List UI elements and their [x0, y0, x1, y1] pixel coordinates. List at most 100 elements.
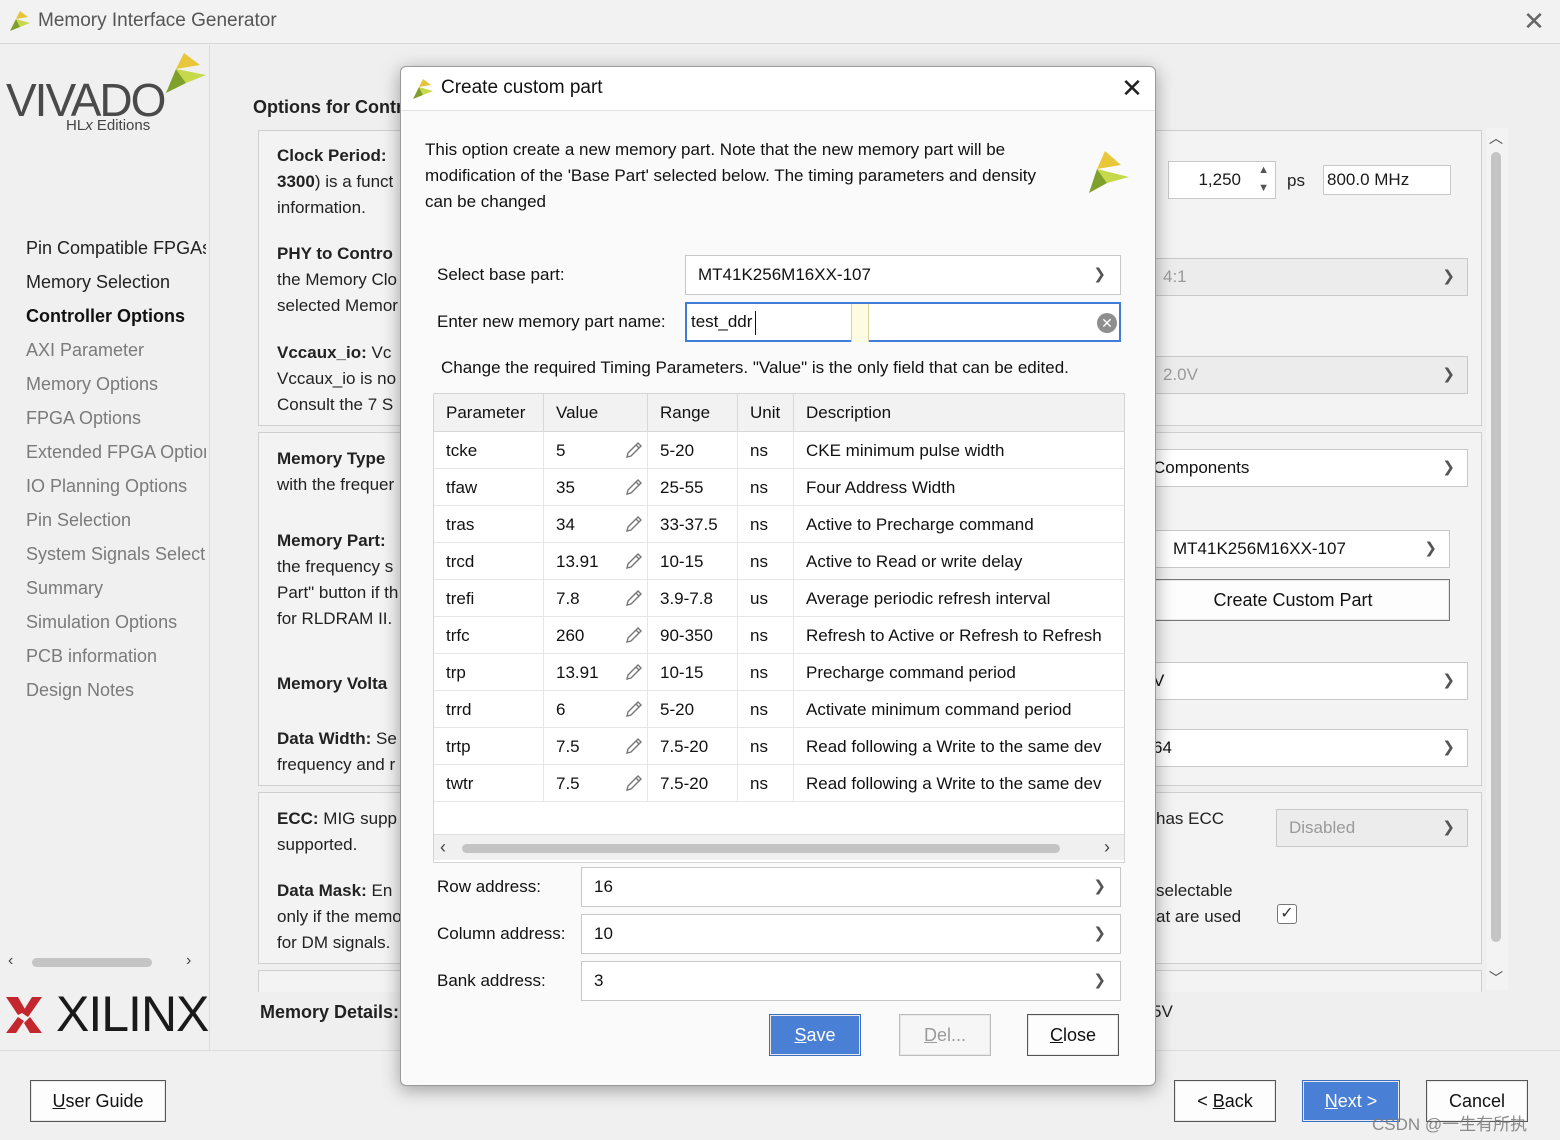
- clock-period-value[interactable]: 1,250: [1198, 162, 1241, 198]
- save-button[interactable]: Save: [769, 1014, 861, 1056]
- table-scrollbar-thumb[interactable]: [462, 844, 1060, 853]
- data-width-select[interactable]: 64 ❯: [1140, 729, 1468, 767]
- cell-value[interactable]: 5: [544, 432, 648, 469]
- edit-pencil-icon[interactable]: [624, 588, 644, 608]
- edit-pencil-icon[interactable]: [624, 625, 644, 645]
- cell-value-text[interactable]: 34: [556, 515, 575, 534]
- table-row[interactable]: tcke 5 5-20 ns CKE minimum pulse width: [434, 432, 1124, 469]
- column-header-unit[interactable]: Unit: [738, 394, 794, 432]
- column-header-description[interactable]: Description: [794, 394, 1124, 432]
- edit-pencil-icon[interactable]: [624, 736, 644, 756]
- scroll-up-icon[interactable]: ︿: [1489, 128, 1503, 148]
- table-row[interactable]: tfaw 35 25-55 ns Four Address Width: [434, 469, 1124, 506]
- scroll-left-icon[interactable]: ‹: [440, 837, 446, 858]
- memory-part-select[interactable]: MT41K256M16XX-107 ❯: [1154, 530, 1450, 568]
- memory-type-select[interactable]: Components ❯: [1140, 449, 1468, 487]
- cell-value-text[interactable]: 260: [556, 626, 584, 645]
- back-button[interactable]: < Back: [1174, 1080, 1276, 1122]
- cell-description: Read following a Write to the same dev: [794, 728, 1124, 765]
- cell-value[interactable]: 7.8: [544, 580, 648, 617]
- memory-type-label: Memory Type: [277, 449, 386, 468]
- content-vertical-scrollbar[interactable]: ︿ ﹀: [1486, 128, 1508, 990]
- base-part-select[interactable]: MT41K256M16XX-107 ❯: [685, 255, 1121, 295]
- left-panel-scrollbar[interactable]: ‹ ›: [6, 952, 202, 972]
- part-name-value[interactable]: test_ddr: [691, 312, 752, 331]
- memory-voltage-select[interactable]: V ❯: [1140, 662, 1468, 700]
- cell-value-text[interactable]: 6: [556, 700, 565, 719]
- nav-memory-selection[interactable]: Memory Selection: [26, 270, 206, 304]
- cell-value[interactable]: 7.5: [544, 728, 648, 765]
- edit-pencil-icon[interactable]: [624, 662, 644, 682]
- delete-mnemonic: D: [923, 1025, 937, 1045]
- part-name-input[interactable]: test_ddr ✕: [685, 302, 1121, 342]
- edit-pencil-icon[interactable]: [624, 477, 644, 497]
- data-mask-checkbox[interactable]: ✓: [1277, 904, 1297, 924]
- cell-unit: ns: [738, 506, 794, 543]
- scroll-right-icon[interactable]: ›: [1104, 837, 1110, 858]
- table-horizontal-scrollbar[interactable]: ‹ ›: [434, 834, 1124, 860]
- clear-input-icon[interactable]: ✕: [1097, 313, 1117, 333]
- data-mask-text: Data Mask: En only if the memo for DM si…: [277, 878, 402, 956]
- scrollbar-thumb[interactable]: [32, 958, 152, 967]
- edit-pencil-icon[interactable]: [624, 440, 644, 460]
- cell-value-text[interactable]: 13.91: [556, 663, 599, 682]
- nav-pin-compatible[interactable]: Pin Compatible FPGAs: [26, 236, 206, 270]
- column-address-select[interactable]: 10 ❯: [581, 914, 1121, 954]
- edit-pencil-icon[interactable]: [624, 514, 644, 534]
- user-guide-button[interactable]: User Guide: [30, 1080, 166, 1122]
- cell-description: Active to Read or write delay: [794, 543, 1124, 580]
- table-row[interactable]: trrd 6 5-20 ns Activate minimum command peri…: [434, 691, 1124, 728]
- column-header-range[interactable]: Range: [648, 394, 738, 432]
- table-row[interactable]: trp 13.91 10-15 ns Precharge command period: [434, 654, 1124, 691]
- create-custom-part-button[interactable]: Create Custom Part: [1136, 579, 1450, 621]
- column-header-parameter[interactable]: Parameter: [434, 394, 544, 432]
- cell-value[interactable]: 13.91: [544, 654, 648, 691]
- vivado-app-icon: [413, 79, 433, 99]
- nav-controller-options[interactable]: Controller Options: [26, 304, 206, 338]
- edit-pencil-icon[interactable]: [624, 551, 644, 571]
- cell-value[interactable]: 6: [544, 691, 648, 728]
- table-row[interactable]: twtr 7.5 7.5-20 ns Read following a Write to…: [434, 765, 1124, 802]
- row-address-select[interactable]: 16 ❯: [581, 867, 1121, 907]
- back-label: ack: [1224, 1091, 1253, 1111]
- chevron-down-icon: ❯: [1093, 878, 1106, 895]
- scroll-left-icon[interactable]: ‹: [8, 952, 13, 970]
- cell-value[interactable]: 13.91: [544, 543, 648, 580]
- cell-value-text[interactable]: 35: [556, 478, 575, 497]
- edit-pencil-icon[interactable]: [624, 699, 644, 719]
- cell-value[interactable]: 260: [544, 617, 648, 654]
- table-row[interactable]: tras 34 33-37.5 ns Active to Precharge comma…: [434, 506, 1124, 543]
- cell-value-text[interactable]: 7.5: [556, 737, 580, 756]
- nav-system-signals-selection: System Signals Selection: [26, 544, 206, 564]
- table-row[interactable]: trcd 13.91 10-15 ns Active to Read or write …: [434, 543, 1124, 580]
- cell-parameter-text: trefi: [446, 589, 475, 608]
- vccaux-label: Vccaux_io:: [277, 343, 367, 362]
- bank-address-select[interactable]: 3 ❯: [581, 961, 1121, 1001]
- table-row[interactable]: trtp 7.5 7.5-20 ns Read following a Write to…: [434, 728, 1124, 765]
- bank-address-label: Bank address:: [437, 971, 546, 990]
- column-header-value[interactable]: Value: [544, 394, 648, 432]
- window-close-icon[interactable]: ✕: [1520, 8, 1548, 36]
- cell-value-text[interactable]: 7.8: [556, 589, 580, 608]
- scroll-down-icon[interactable]: ﹀: [1489, 968, 1503, 988]
- dialog-close-icon[interactable]: ✕: [1119, 75, 1145, 101]
- memory-part-label: Memory Part:: [277, 531, 386, 550]
- cell-value-text[interactable]: 13.91: [556, 552, 599, 571]
- cell-value[interactable]: 7.5: [544, 765, 648, 802]
- cell-value[interactable]: 35: [544, 469, 648, 506]
- edit-pencil-icon[interactable]: [624, 773, 644, 793]
- close-button[interactable]: Close: [1027, 1014, 1119, 1056]
- column-address-value: 10: [594, 924, 613, 943]
- cell-value[interactable]: 34: [544, 506, 648, 543]
- data-width-text: Data Width: Se frequency and r: [277, 726, 397, 778]
- vertical-scrollbar-thumb[interactable]: [1491, 152, 1501, 942]
- spinner-up-icon[interactable]: ▲: [1258, 164, 1269, 176]
- cell-value-text[interactable]: 5: [556, 441, 565, 460]
- clock-period-spinner[interactable]: 1,250 ▲ ▼: [1168, 161, 1276, 199]
- table-row[interactable]: trefi 7.8 3.9-7.8 us Average periodic refres…: [434, 580, 1124, 617]
- delete-label: el...: [936, 1025, 966, 1045]
- spinner-down-icon[interactable]: ▼: [1258, 182, 1269, 194]
- cell-value-text[interactable]: 7.5: [556, 774, 580, 793]
- scroll-right-icon[interactable]: ›: [186, 952, 191, 970]
- table-row[interactable]: trfc 260 90-350 ns Refresh to Active or Refr…: [434, 617, 1124, 654]
